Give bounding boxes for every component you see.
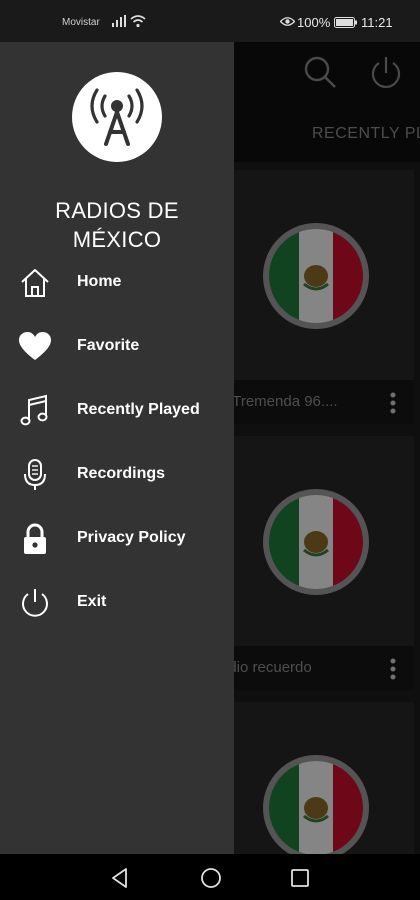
power-icon: [22, 589, 48, 617]
app-logo: [72, 72, 162, 162]
menu-item-recently-played[interactable]: Recently Played: [0, 382, 234, 438]
app-title: RADIOS DE MÉXICO: [0, 196, 234, 254]
home-icon: [21, 269, 49, 297]
app-title-line2: MÉXICO: [72, 227, 162, 252]
menu-item-privacy-policy[interactable]: Privacy Policy: [0, 510, 234, 566]
menu-item-label: Recently Played: [77, 401, 200, 418]
menu-item-favorite[interactable]: Favorite: [0, 318, 234, 374]
menu-item-label: Home: [77, 273, 122, 290]
navigation-drawer: RADIOS DE MÉXICO Home Favorite Recently …: [0, 42, 234, 854]
clock: 11:21: [361, 15, 393, 30]
music-note-icon: [20, 394, 48, 426]
lock-icon: [24, 523, 46, 554]
menu-item-home[interactable]: Home: [0, 254, 234, 310]
wifi-icon: [130, 15, 146, 28]
recents-icon[interactable]: [288, 866, 312, 890]
battery-percent: 100%: [297, 15, 331, 30]
radio-tower-icon: [90, 88, 144, 146]
battery-icon: [334, 17, 357, 28]
status-bar: Movistar 100% 11:21: [0, 0, 420, 42]
signal-icon: [112, 15, 126, 27]
menu-item-label: Privacy Policy: [77, 529, 186, 546]
menu-item-label: Exit: [77, 593, 107, 610]
app-title-line1: RADIOS DE: [55, 198, 179, 223]
menu-item-label: Recordings: [77, 465, 166, 482]
heart-icon: [19, 332, 51, 360]
back-icon[interactable]: [108, 866, 132, 890]
home-nav-icon[interactable]: [199, 866, 223, 890]
carrier-label: Movistar: [62, 17, 100, 28]
menu-item-exit[interactable]: Exit: [0, 574, 234, 630]
system-nav-bar: [0, 854, 420, 900]
microphone-icon: [24, 459, 46, 490]
menu-item-recordings[interactable]: Recordings: [0, 446, 234, 502]
menu-item-label: Favorite: [77, 337, 140, 354]
eye-comfort-icon: [280, 17, 295, 26]
